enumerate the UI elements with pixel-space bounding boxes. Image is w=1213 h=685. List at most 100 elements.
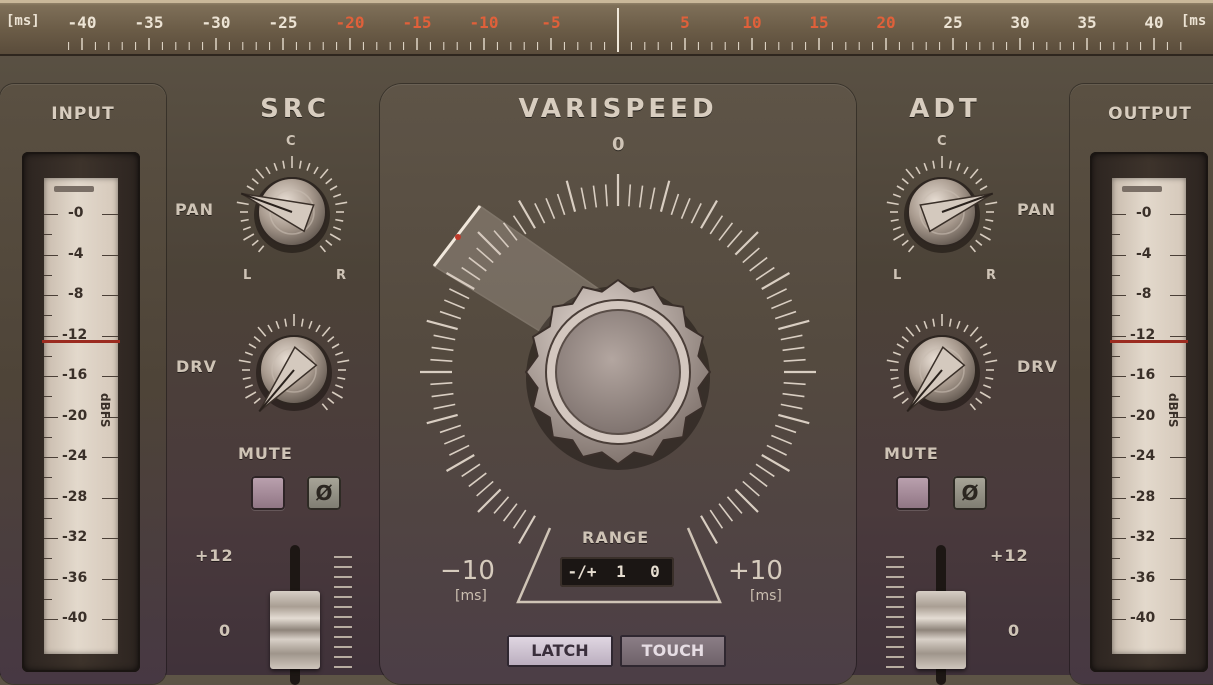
meter-tick xyxy=(1112,619,1126,620)
dial-scale-tick xyxy=(534,203,546,224)
ruler-ticks xyxy=(0,0,1213,52)
meter-tick xyxy=(1170,457,1186,458)
output-meter: -0 -4 -8 -12 -16 -20 -24 -28 -32 -36 -40 dBFS xyxy=(1090,152,1208,672)
ms-ruler: [ms] [ms -40 -35 -30 -25 -20 -15 -10 -5 5 10 15 20 2… xyxy=(0,0,1213,56)
meter-tick xyxy=(1112,295,1126,296)
meter-scale-label: -0 xyxy=(1136,205,1152,221)
src-fader-handle[interactable] xyxy=(270,591,320,669)
src-pan-knob[interactable] xyxy=(232,152,352,272)
meter-tick xyxy=(1170,335,1186,337)
meter-scale-label: -4 xyxy=(68,245,84,262)
meter-scale-label: -32 xyxy=(1130,529,1156,545)
fader-scale-tick xyxy=(334,666,352,668)
knob-scale-tick xyxy=(901,239,909,247)
knob-scale-tick xyxy=(298,160,302,169)
meter-scale-label: -24 xyxy=(62,448,88,464)
dial-scale-tick xyxy=(628,184,632,207)
src-mute-button[interactable] xyxy=(251,476,285,510)
peak-hold-line xyxy=(1110,339,1188,343)
meter-scale-label: -16 xyxy=(62,367,88,383)
meter-scale-label: -16 xyxy=(1130,367,1156,383)
knob-scale-tick xyxy=(244,384,253,389)
latch-button[interactable]: LATCH xyxy=(507,635,613,667)
adt-fader-zero-label: 0 xyxy=(1008,621,1021,640)
adt-drv-knob[interactable] xyxy=(882,310,1002,430)
input-title: INPUT xyxy=(51,104,115,124)
knob-scale-tick xyxy=(975,397,983,405)
dial-pointer-dot xyxy=(455,234,461,240)
knob-scale-tick xyxy=(892,226,901,231)
knob-scale-tick xyxy=(979,343,988,349)
ruler-label: 20 xyxy=(876,13,896,32)
dial-scale-tick xyxy=(502,503,518,522)
knob-scale-tick xyxy=(242,376,251,380)
knob-scale-tick xyxy=(948,318,952,327)
knob-scale-tick xyxy=(284,318,288,327)
dial-scale-tick xyxy=(638,185,644,208)
fader-scale-tick xyxy=(334,556,352,558)
src-phase-button[interactable]: Ø xyxy=(307,476,341,510)
knob-scale-tick xyxy=(257,326,267,337)
src-mute-label: MUTE xyxy=(238,444,293,463)
fader-scale-tick xyxy=(886,566,904,568)
fader-scale-tick xyxy=(334,646,352,648)
varispeed-dial[interactable] xyxy=(400,150,840,620)
ruler-label: -25 xyxy=(268,13,298,32)
dial-scale-tick xyxy=(771,434,792,445)
knob-scale-tick xyxy=(983,351,992,356)
knob-scale-tick xyxy=(905,168,915,179)
meter-tick xyxy=(44,416,58,418)
adt-drv-label: DRV xyxy=(1017,357,1058,376)
touch-button[interactable]: TOUCH xyxy=(620,635,726,667)
meter-tick xyxy=(44,538,58,539)
meter-minor-tick xyxy=(1112,598,1120,600)
dial-scale-tick xyxy=(493,496,510,514)
adt-pan-knob[interactable] xyxy=(882,152,1002,272)
knob-scale-tick xyxy=(892,384,901,389)
dial-scale-tick xyxy=(700,199,718,229)
dial-scale-tick xyxy=(444,434,465,445)
knob-scale-tick xyxy=(983,226,992,231)
ruler-label: -30 xyxy=(201,13,231,32)
range-display[interactable]: -/+ 1 0 xyxy=(560,557,674,587)
range-sign[interactable]: -/+ xyxy=(562,560,602,584)
knob-scale-tick xyxy=(923,320,928,329)
knob-scale-tick xyxy=(248,343,257,349)
fader-scale-tick xyxy=(334,626,352,628)
dial-scale-tick xyxy=(439,424,462,434)
adt-fader-handle[interactable] xyxy=(916,591,966,669)
knob-scale-tick xyxy=(238,359,251,364)
knob-scale-tick xyxy=(253,397,261,405)
fader-scale-tick xyxy=(334,566,352,568)
range-tens[interactable]: 1 xyxy=(606,560,636,584)
meter-unit-label: dBFS xyxy=(1166,393,1180,428)
meter-tick xyxy=(1112,254,1126,256)
knob-scale-tick xyxy=(319,245,327,253)
fader-scale-tick xyxy=(334,576,352,578)
range-units[interactable]: 0 xyxy=(640,560,670,584)
knob-scale-tick xyxy=(265,166,271,175)
knob-scale-tick xyxy=(901,397,909,405)
knob-scale-tick xyxy=(333,226,342,231)
dial-scale-tick xyxy=(782,346,805,352)
ruler-label: -35 xyxy=(134,13,164,32)
knob-scale-tick xyxy=(969,326,979,337)
knob-scale-tick xyxy=(979,185,988,191)
adt-phase-button[interactable]: Ø xyxy=(953,476,987,510)
fader-scale-tick xyxy=(886,666,904,668)
dial-scale-tick xyxy=(426,319,458,331)
knob-scale-tick xyxy=(985,376,994,380)
meter-tick xyxy=(44,497,58,499)
ruler-label: -10 xyxy=(469,13,499,32)
meter-minor-tick xyxy=(44,436,52,438)
dial-scale-tick xyxy=(749,472,768,488)
meter-tick xyxy=(1112,538,1126,539)
dial-knob-cap xyxy=(555,309,681,435)
adt-mute-button[interactable] xyxy=(896,476,930,510)
meter-tick xyxy=(1112,214,1126,215)
fader-scale-tick xyxy=(886,596,904,598)
adt-pan-center-label: C xyxy=(937,134,947,149)
src-drv-knob[interactable] xyxy=(234,310,354,430)
fader-scale-tick xyxy=(334,616,352,618)
knob-scale-tick xyxy=(242,226,251,231)
